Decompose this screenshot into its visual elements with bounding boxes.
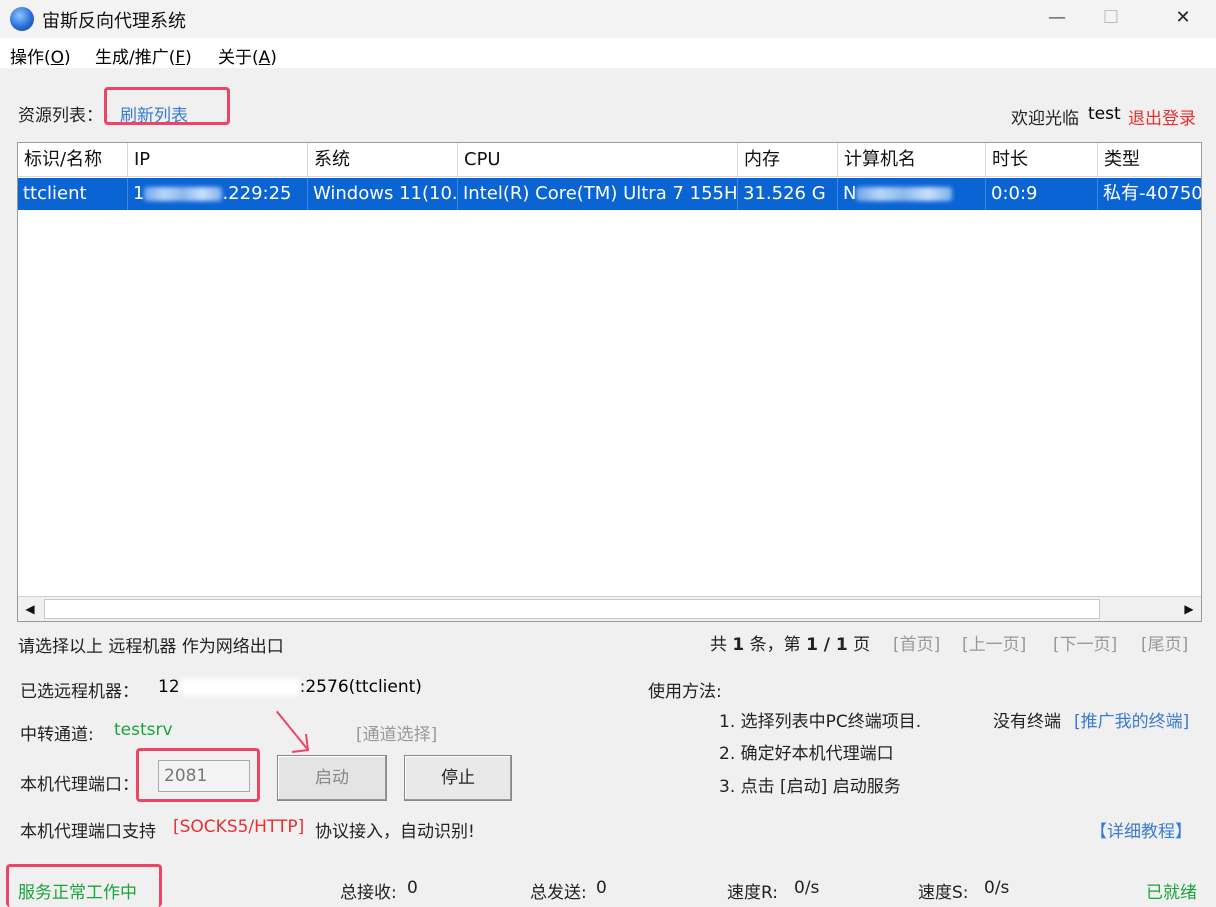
support-text-post: 协议接入，自动识别!: [315, 822, 475, 842]
close-button[interactable]: ✕: [1160, 0, 1206, 38]
redacted-computer-name: [856, 187, 953, 201]
send-value: 0: [596, 878, 607, 898]
username: test: [1088, 104, 1121, 124]
pager-first[interactable]: [首页]: [893, 630, 940, 655]
port-label: 本机代理端口：: [20, 775, 139, 795]
promote-link[interactable]: [推广我的终端]: [1074, 707, 1189, 732]
welcome-text: 欢迎光临: [1011, 109, 1079, 129]
highlight-refresh: [104, 87, 230, 125]
scroll-left-icon[interactable]: ◀: [18, 597, 42, 621]
minimize-button[interactable]: —: [1034, 0, 1080, 38]
usage-step-1: 1. 选择列表中PC终端项目.: [719, 712, 922, 732]
selected-label: 已选远程机器：: [20, 682, 139, 702]
support-protocols: [SOCKS5/HTTP]: [173, 817, 305, 837]
col-type[interactable]: 类型: [1098, 143, 1201, 177]
pager-last[interactable]: [尾页]: [1141, 630, 1188, 655]
col-cpu[interactable]: CPU: [458, 143, 738, 177]
scroll-thumb[interactable]: [44, 599, 1100, 619]
arrow-head-icon: [291, 733, 310, 753]
cell-duration: 0:0:9: [986, 178, 1098, 210]
pager-next[interactable]: [下一页]: [1053, 630, 1117, 655]
speed-s-label: 速度S:: [918, 883, 969, 903]
globe-icon: [10, 7, 34, 31]
usage-step-2: 2. 确定好本机代理端口: [719, 744, 894, 764]
resource-table: 标识/名称 IP 系统 CPU 内存 计算机名 时长 类型 ttclient 1…: [17, 142, 1202, 622]
scroll-right-icon[interactable]: ▶: [1177, 597, 1201, 621]
col-os[interactable]: 系统: [308, 143, 458, 177]
redacted-address: [179, 678, 300, 696]
start-button[interactable]: 启动: [277, 755, 387, 801]
logout-link[interactable]: 退出登录: [1128, 104, 1196, 129]
cell-cpu: Intel(R) Core(TM) Ultra 7 155H: [458, 178, 738, 210]
menu-bar: 操作(O) 生成/推广(F) 关于(A): [0, 38, 1216, 68]
cell-ip: 1.229:25: [128, 178, 308, 210]
highlight-port: [136, 748, 260, 802]
cell-type: 私有-40750: [1103, 183, 1201, 204]
resource-list-label: 资源列表：: [18, 106, 103, 126]
selected-value: 12:2576(ttclient): [158, 677, 422, 697]
horizontal-scrollbar[interactable]: ◀ ▶: [18, 596, 1201, 621]
speed-s-value: 0/s: [984, 878, 1010, 898]
relay-choose-link[interactable]: [通道选择]: [356, 720, 437, 745]
redacted-ip: [144, 187, 223, 201]
ready-status: 已就绪: [1146, 883, 1197, 903]
relay-value: testsrv: [114, 720, 173, 740]
maximize-button[interactable]: ☐: [1088, 0, 1134, 38]
support-text: 本机代理端口支持: [20, 822, 156, 842]
cell-os: Windows 11(10.0: [308, 178, 458, 210]
usage-title: 使用方法:: [648, 682, 722, 702]
tutorial-link[interactable]: 【详细教程】: [1090, 817, 1192, 842]
speed-r-label: 速度R:: [727, 883, 779, 903]
title-bar: 宙斯反向代理系统 — ☐ ✕: [0, 0, 1216, 38]
menu-generate[interactable]: 生成/推广(F): [95, 43, 192, 68]
pager-info: 共 1 条，第 1 / 1 页: [710, 635, 871, 655]
cell-computer: N: [838, 178, 986, 210]
menu-operate[interactable]: 操作(O): [10, 43, 71, 68]
cell-memory: 31.526 G: [738, 178, 838, 210]
cell-name: ttclient: [18, 178, 128, 210]
relay-label: 中转通道:: [20, 725, 94, 745]
col-ip[interactable]: IP: [128, 143, 308, 177]
send-label: 总发送:: [530, 883, 587, 903]
table-header: 标识/名称 IP 系统 CPU 内存 计算机名 时长 类型: [18, 143, 1201, 177]
col-name[interactable]: 标识/名称: [18, 143, 128, 177]
speed-r-value: 0/s: [794, 878, 820, 898]
menu-about[interactable]: 关于(A): [218, 43, 277, 68]
no-terminal-text: 没有终端: [993, 712, 1061, 732]
usage-step-3: 3. 点击 [启动] 启动服务: [719, 777, 901, 797]
col-duration[interactable]: 时长: [986, 143, 1098, 177]
table-row[interactable]: ttclient 1.229:25 Windows 11(10.0 Intel(…: [18, 178, 1201, 210]
window-title: 宙斯反向代理系统: [42, 11, 186, 32]
col-computer[interactable]: 计算机名: [838, 143, 986, 177]
col-memory[interactable]: 内存: [738, 143, 838, 177]
recv-value: 0: [407, 878, 418, 898]
select-hint: 请选择以上 远程机器 作为网络出口: [18, 637, 284, 657]
status-bar: 服务正常工作中 总接收: 0 总发送: 0 速度R: 0/s 速度S: 0/s …: [0, 868, 1216, 904]
highlight-status: [6, 864, 162, 907]
recv-label: 总接收:: [340, 883, 397, 903]
pager-prev[interactable]: [上一页]: [962, 630, 1026, 655]
stop-button[interactable]: 停止: [404, 755, 512, 801]
